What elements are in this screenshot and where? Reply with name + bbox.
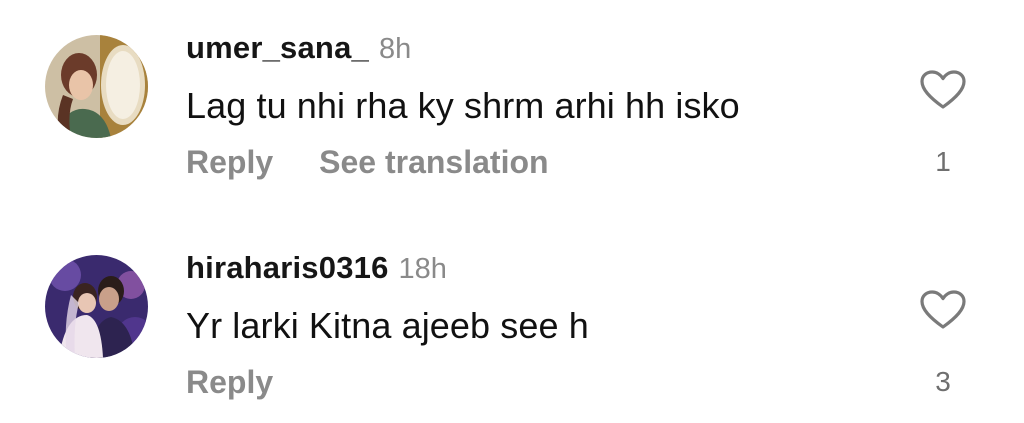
timestamp: 8h [378,33,412,65]
avatar[interactable] [45,35,148,138]
comment-text: Lag tu nhi rha ky shrm arhi hh isko [186,85,740,126]
comment-header: umer_sana_ 8h [186,30,411,66]
timestamp: 18h [398,253,447,285]
comment-actions: Reply See translation [186,144,549,181]
reply-button[interactable]: Reply [186,144,273,180]
heart-outline-icon[interactable] [920,70,966,110]
username[interactable]: umer_sana_ [186,30,369,65]
see-translation-button[interactable]: See translation [319,144,548,180]
comment-text: Yr larki Kitna ajeeb see h [186,305,589,346]
reply-button[interactable]: Reply [186,364,273,400]
profile-photo-icon [45,255,148,358]
username[interactable]: hiraharis0316 [186,250,389,285]
profile-photo-icon [45,35,148,138]
like-count: 3 [935,366,951,397]
heart-outline-icon[interactable] [920,290,966,330]
like-count: 1 [935,146,951,177]
avatar[interactable] [45,255,148,358]
comment-actions: Reply [186,364,273,401]
like-control: 3 [915,290,971,398]
comment-header: hiraharis0316 18h [186,250,447,286]
like-control: 1 [915,70,971,178]
